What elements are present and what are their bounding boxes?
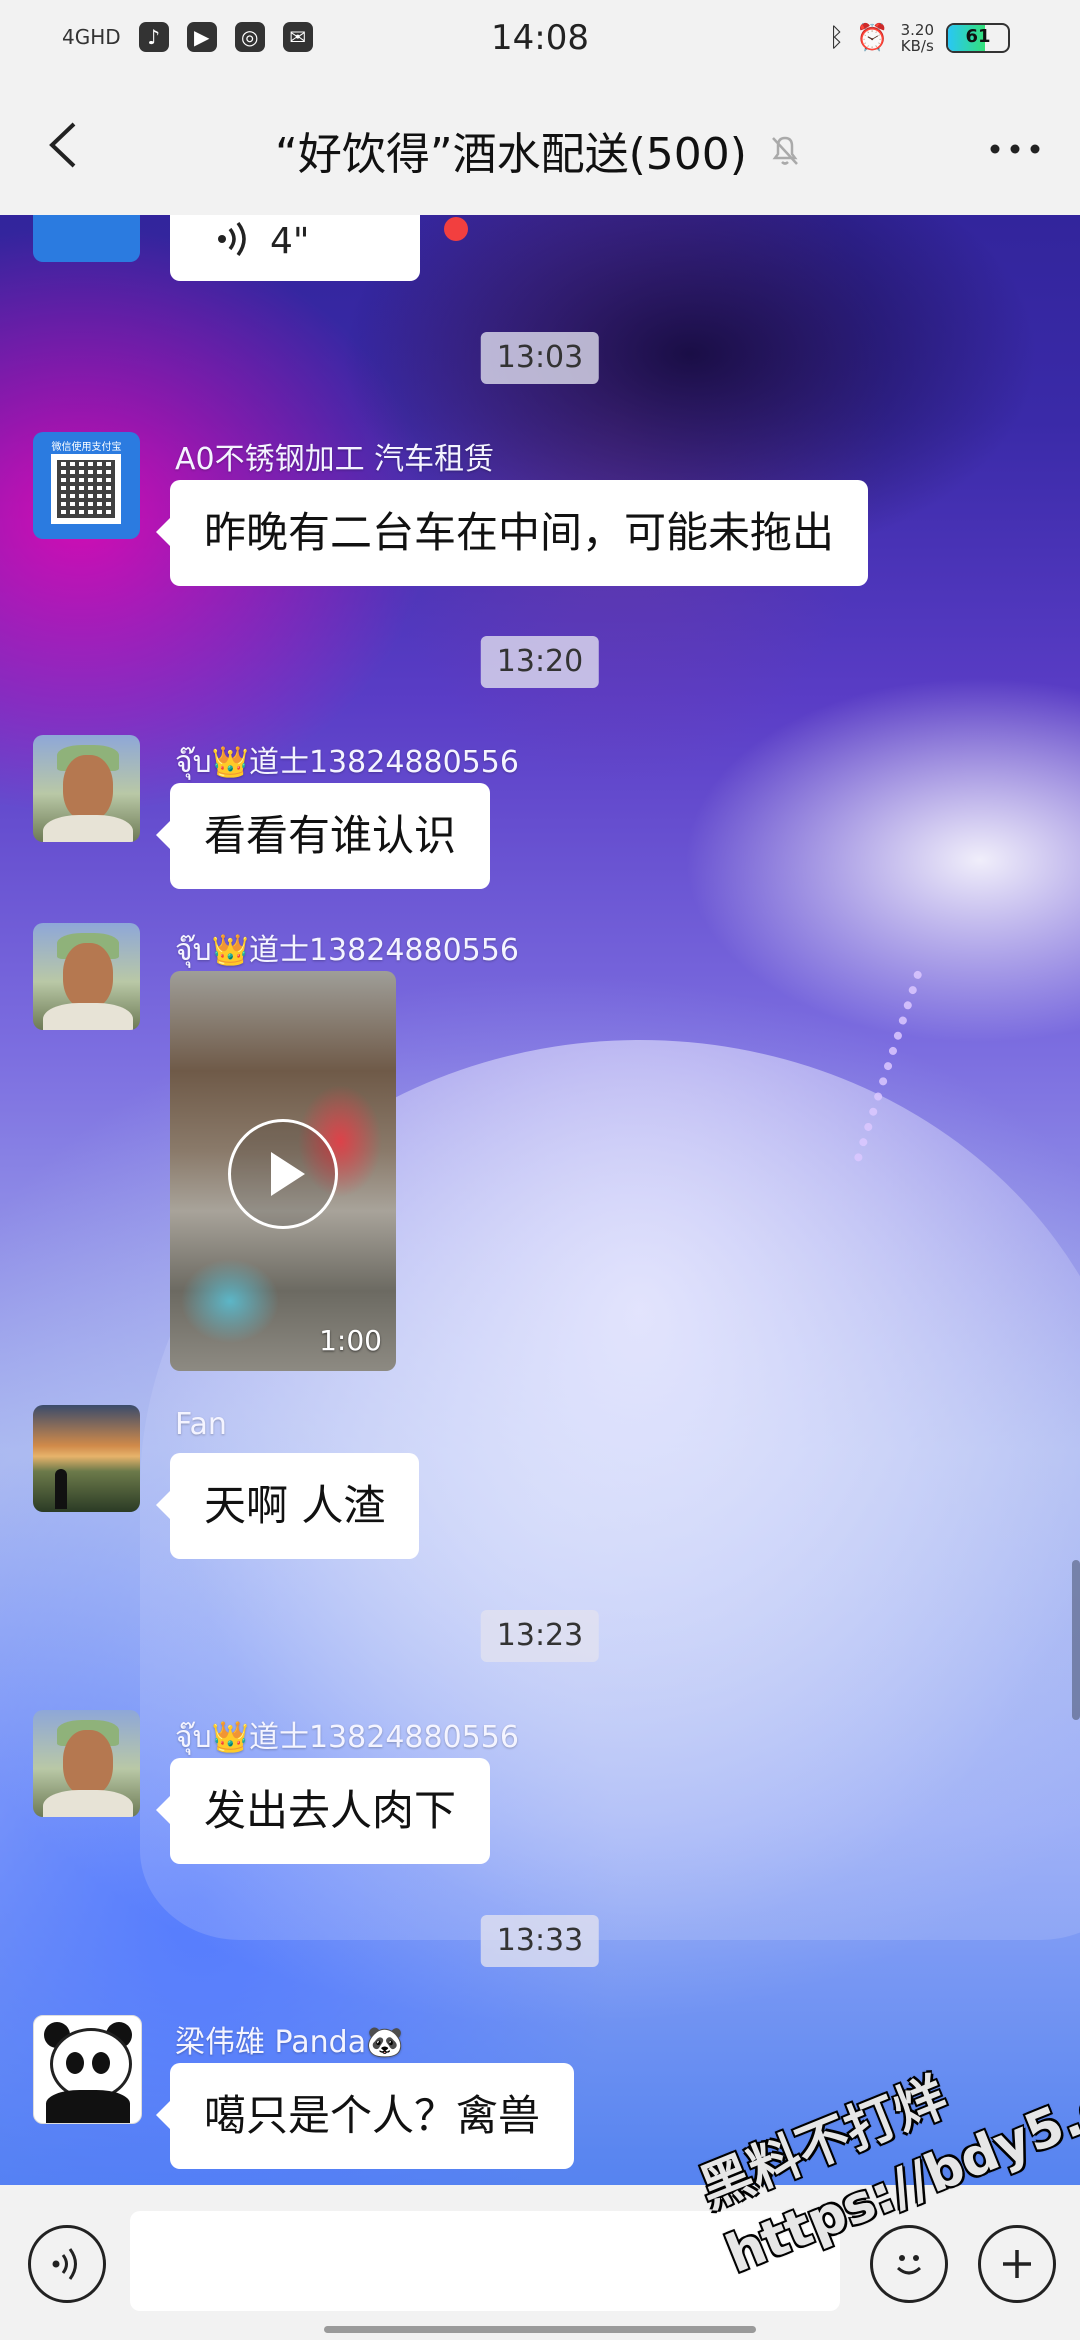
avatar-person-silhouette [55, 1469, 67, 1509]
avatar-robe [43, 1790, 133, 1817]
network-speed: 3.20 KB/s [901, 22, 934, 54]
sender-name: A0不锈钢加工 汽车租赁 [175, 442, 495, 477]
sender-name: จุ๊บ👑道士13824880556 [175, 933, 519, 968]
avatar-panda[interactable] [33, 2015, 142, 2124]
timestamp-chip: 13:20 [480, 636, 600, 688]
panda-body [46, 2090, 130, 2123]
voice-input-button[interactable] [28, 2225, 106, 2303]
timestamp-chip: 13:03 [480, 332, 600, 384]
avatar-robe [43, 815, 133, 842]
timestamp-chip: 13:33 [480, 1915, 600, 1967]
bluetooth-icon: ᛒ [828, 23, 845, 53]
voice-wave-icon [218, 221, 246, 257]
play-icon[interactable] [228, 1119, 338, 1229]
panda-eye [66, 2052, 84, 2074]
voice-unread-dot [444, 217, 468, 241]
video-duration: 1:00 [319, 1324, 382, 1357]
status-bar: 4GHD ♪ ▶ ◎ ✉ 14:08 ᛒ ⏰ 3.20 KB/s 61 [0, 0, 1080, 80]
sender-name: 梁伟雄 Panda🐼 [175, 2025, 404, 2060]
sender-name: จุ๊บ👑道士13824880556 [175, 745, 519, 780]
avatar-face [63, 755, 113, 821]
text-message-bubble[interactable]: 看看有谁认识 [155, 783, 491, 889]
panda-eye [92, 2052, 110, 2074]
sender-name: Fan [175, 1407, 227, 1442]
avatar-robe [43, 1003, 133, 1030]
more-dots-icon [990, 144, 1040, 154]
voice-wave-icon [52, 2248, 77, 2280]
avatar-monk[interactable] [33, 1710, 140, 1817]
battery-icon: 61 [946, 23, 1010, 53]
text-message-bubble[interactable]: 昨晚有二台车在中间，可能未拖出 [155, 480, 869, 586]
alarm-icon: ⏰ [856, 23, 889, 53]
emoji-button[interactable] [870, 2225, 948, 2303]
text-message-bubble[interactable]: 发出去人肉下 [155, 1758, 491, 1864]
avatar-monk[interactable] [33, 923, 140, 1030]
qr-code-icon [51, 454, 121, 524]
network-speed-unit: KB/s [900, 37, 934, 55]
avatar-qr-caption: 微信使用支付宝 [51, 442, 122, 453]
network-speed-value: 3.20 [900, 21, 934, 39]
video-message-thumbnail[interactable]: 1:00 [170, 971, 396, 1371]
avatar-sunset[interactable] [33, 1405, 140, 1512]
text-message-bubble[interactable]: 天啊 人渣 [155, 1453, 420, 1559]
chat-message-list[interactable]: 4" 13:03 微信使用支付宝 A0不锈钢加工 汽车租赁 昨晚有二台车在中间，… [0, 215, 1080, 2185]
chat-header: “好饮得”酒水配送(500) [0, 80, 1080, 215]
chat-screen: 4GHD ♪ ▶ ◎ ✉ 14:08 ᛒ ⏰ 3.20 KB/s 61 “好饮得… [0, 0, 1080, 2340]
avatar-face [63, 943, 113, 1009]
voice-duration: 4" [270, 221, 310, 262]
text-message-bubble[interactable]: 噶只是个人？禽兽 [155, 2063, 575, 2169]
status-right-group: ᛒ ⏰ 3.20 KB/s 61 [829, 22, 1010, 54]
more-options-button[interactable] [980, 114, 1050, 184]
avatar-monk[interactable] [33, 735, 140, 842]
battery-level: 61 [965, 26, 991, 47]
sender-name: จุ๊บ👑道士13824880556 [175, 1720, 519, 1755]
avatar-qr-code[interactable]: 微信使用支付宝 [33, 432, 140, 539]
add-button[interactable] [978, 2225, 1056, 2303]
scrollbar-thumb[interactable] [1072, 1560, 1080, 1720]
voice-message-bubble[interactable]: 4" [170, 215, 420, 281]
chat-title-group: “好饮得”酒水配送(500) [0, 118, 1080, 182]
smiley-icon [896, 2255, 922, 2275]
home-indicator[interactable] [324, 2326, 756, 2333]
avatar-qr[interactable] [33, 215, 140, 262]
plus-icon [1003, 2250, 1031, 2278]
mute-bell-icon [772, 136, 798, 165]
avatar-face [63, 1730, 113, 1796]
chat-title: “好饮得”酒水配送(500) [275, 129, 747, 180]
timestamp-chip: 13:23 [480, 1610, 600, 1662]
